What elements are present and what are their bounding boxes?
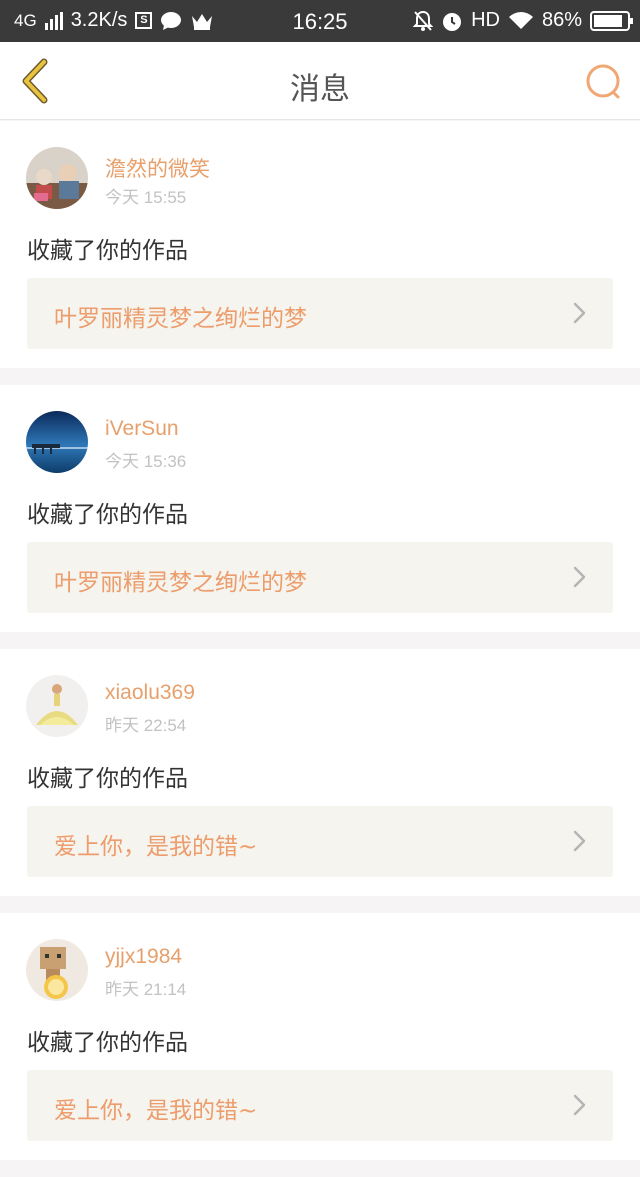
- username[interactable]: iVerSun: [105, 417, 179, 441]
- status-bar: 4G 3.2K/s S 16:25 HD 86%: [0, 0, 640, 42]
- battery-fill: [594, 14, 622, 27]
- alarm-icon: [443, 12, 462, 31]
- message-card: iVerSun 今天 15:36 收藏了你的作品 叶罗丽精灵梦之绚烂的梦: [0, 385, 640, 632]
- battery-icon: [590, 10, 633, 31]
- work-link[interactable]: 叶罗丽精灵梦之绚烂的梦: [27, 542, 613, 613]
- nav-bar: 消息: [0, 42, 640, 120]
- chevron-right-icon: [573, 566, 586, 588]
- message-card: 澹然的微笑 今天 15:55 收藏了你的作品 叶罗丽精灵梦之绚烂的梦: [0, 121, 640, 368]
- avatar[interactable]: [26, 147, 88, 209]
- message-card: xiaolu369 昨天 22:54 收藏了你的作品 爱上你，是我的错~: [0, 649, 640, 896]
- chevron-right-icon: [573, 830, 586, 852]
- username[interactable]: xiaolu369: [105, 681, 195, 705]
- page-title: 消息: [290, 72, 350, 107]
- message-action: 收藏了你的作品: [27, 766, 188, 792]
- status-right: HD 86%: [413, 9, 633, 32]
- message-time: 今天 15:55: [105, 188, 187, 207]
- work-title: 爱上你，是我的错~: [54, 1098, 258, 1124]
- work-link[interactable]: 爱上你，是我的错~: [27, 806, 613, 877]
- avatar[interactable]: [26, 939, 88, 1001]
- hd-indicator: HD: [471, 9, 500, 31]
- avatar[interactable]: [26, 675, 88, 737]
- avatar[interactable]: [26, 411, 88, 473]
- search-icon[interactable]: [584, 62, 624, 102]
- message-time: 今天 15:36: [105, 452, 187, 471]
- message-action: 收藏了你的作品: [27, 1030, 188, 1056]
- work-title: 叶罗丽精灵梦之绚烂的梦: [54, 570, 307, 596]
- work-link[interactable]: 叶罗丽精灵梦之绚烂的梦: [27, 278, 613, 349]
- wifi-icon: [508, 11, 533, 29]
- work-title: 叶罗丽精灵梦之绚烂的梦: [54, 306, 307, 332]
- chevron-right-icon: [573, 1094, 586, 1116]
- message-time: 昨天 22:54: [105, 716, 187, 735]
- message-list: 澹然的微笑 今天 15:55 收藏了你的作品 叶罗丽精灵梦之绚烂的梦 iVerS…: [0, 121, 640, 1177]
- message-action: 收藏了你的作品: [27, 238, 188, 264]
- mute-bell-icon: [413, 10, 434, 31]
- battery-percent: 86%: [541, 9, 582, 31]
- message-card: yjjx1984 昨天 21:14 收藏了你的作品 爱上你，是我的错~: [0, 913, 640, 1160]
- username[interactable]: yjjx1984: [105, 945, 182, 969]
- work-title: 爱上你，是我的错~: [54, 834, 258, 860]
- username[interactable]: 澹然的微笑: [105, 153, 210, 183]
- message-action: 收藏了你的作品: [27, 502, 188, 528]
- chevron-right-icon: [573, 302, 586, 324]
- message-time: 昨天 21:14: [105, 980, 187, 999]
- work-link[interactable]: 爱上你，是我的错~: [27, 1070, 613, 1141]
